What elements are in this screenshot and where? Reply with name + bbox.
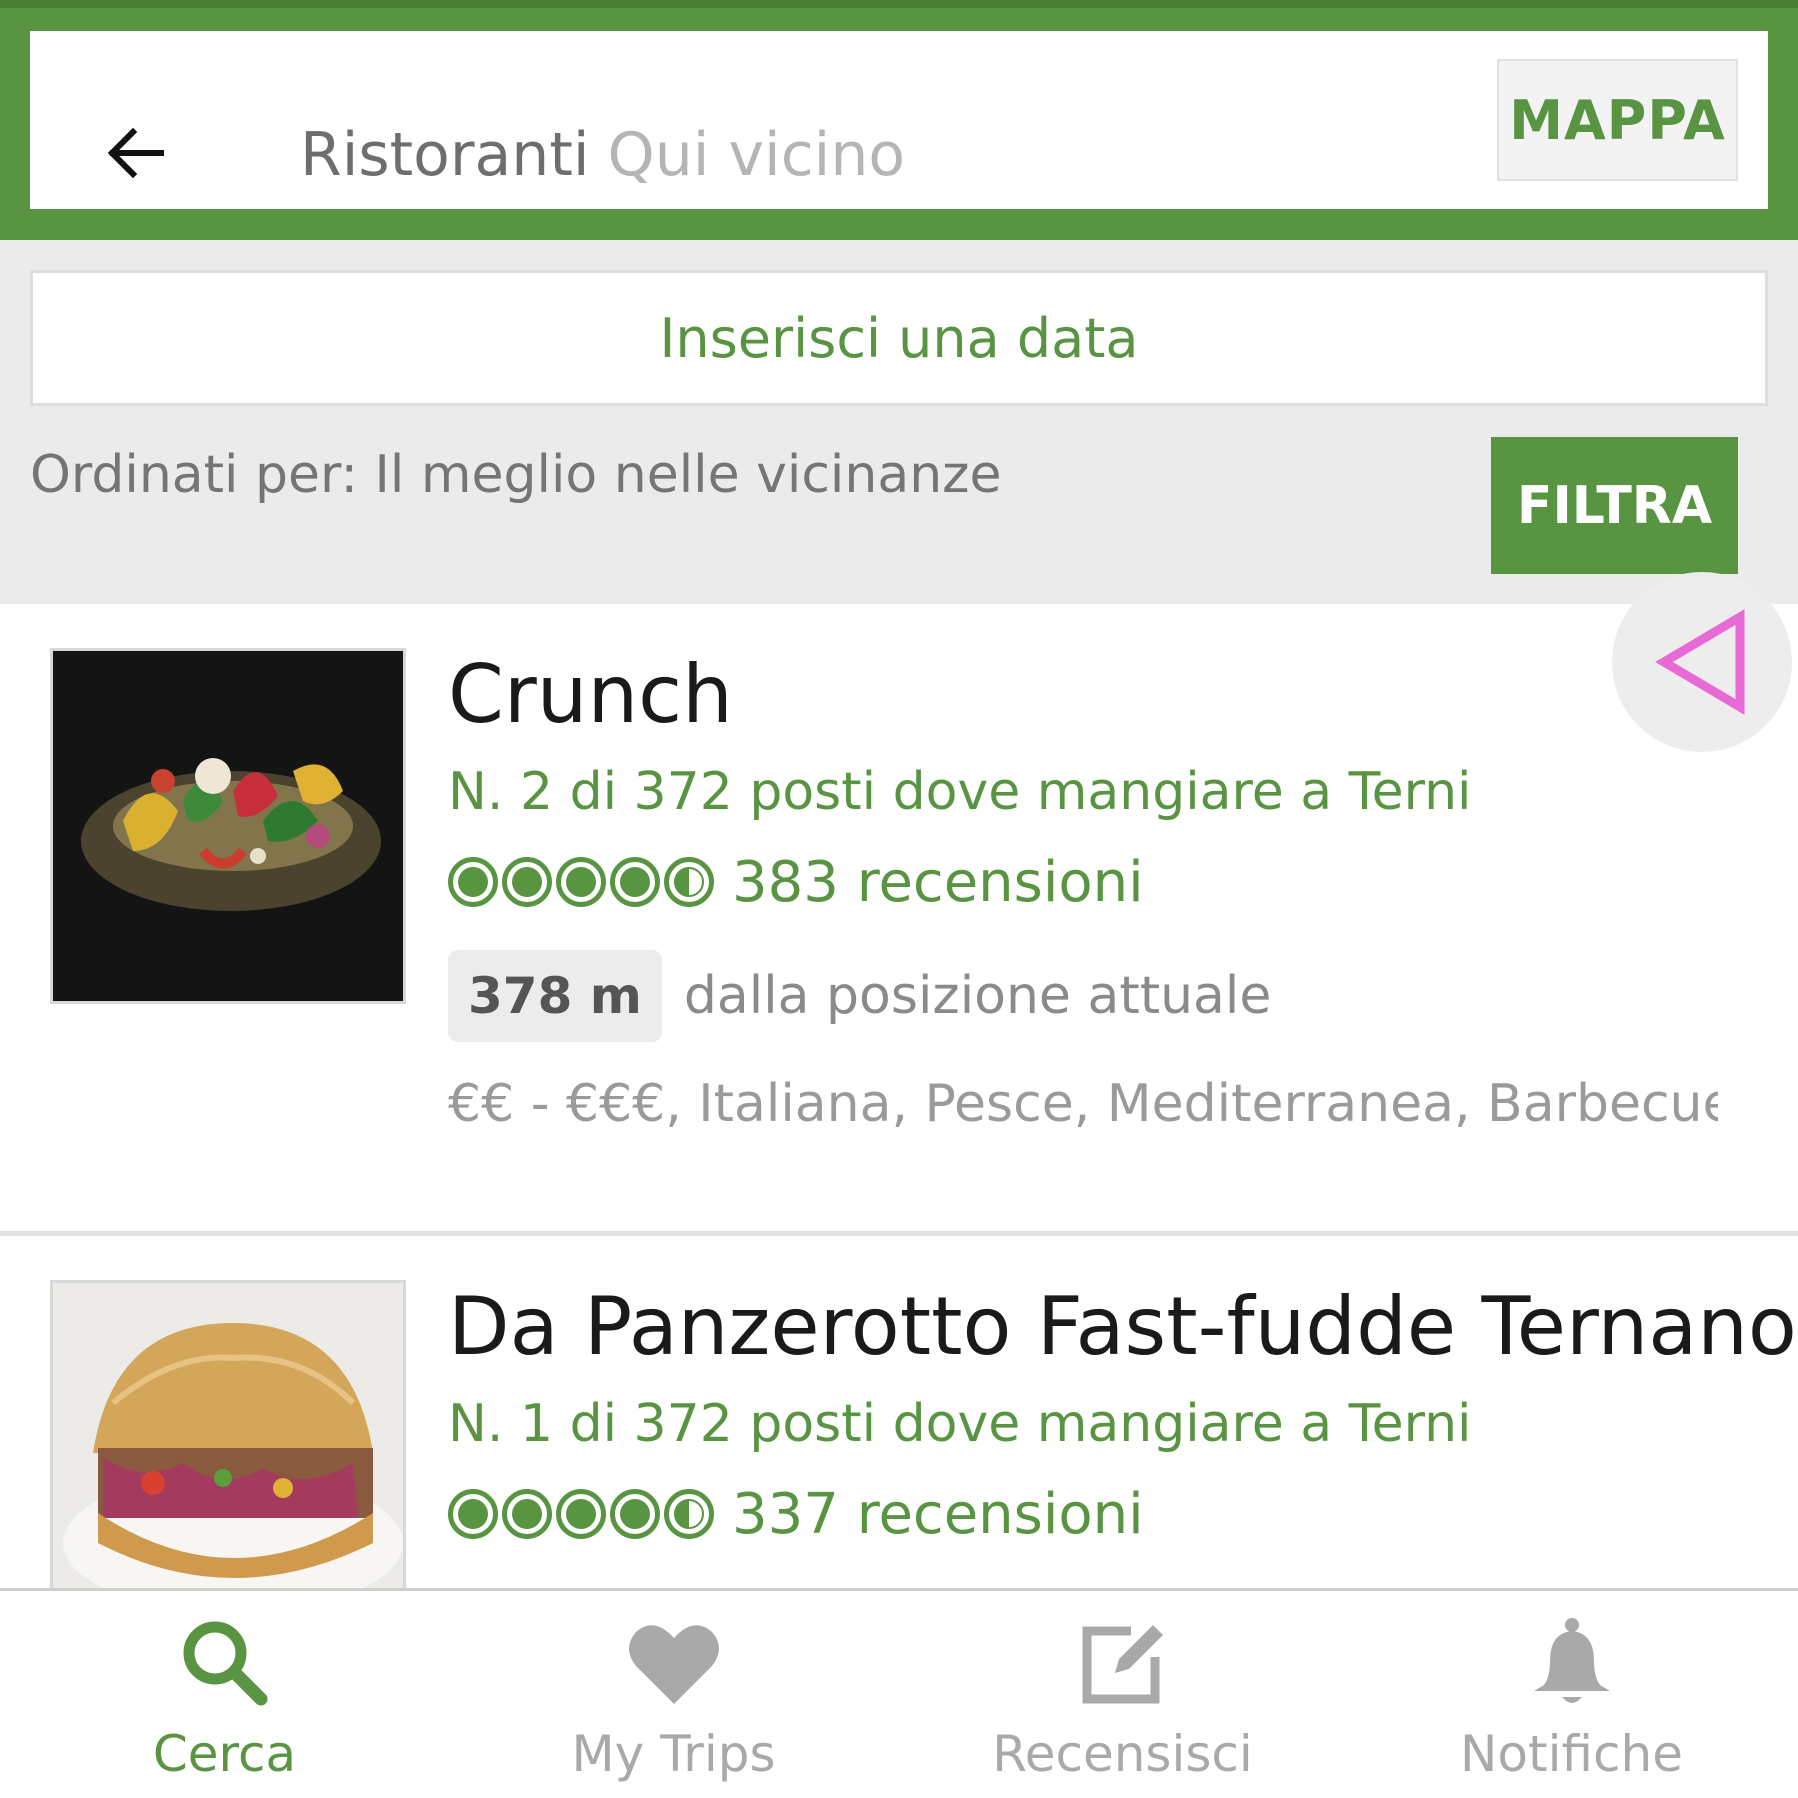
- back-button[interactable]: [98, 115, 174, 191]
- share-button[interactable]: [1612, 572, 1792, 752]
- heart-icon: [628, 1625, 719, 1704]
- restaurant-name[interactable]: Da Panzerotto Fast-fudde Ternano: [448, 1280, 1797, 1373]
- bottom-navigation: Cerca My Trips Recensisci Notifiche: [0, 1588, 1798, 1798]
- restaurant-photo: [50, 1280, 406, 1588]
- nav-my-trips[interactable]: My Trips: [449, 1591, 898, 1798]
- restaurant-list[interactable]: Crunch N. 2 di 372 posti dove mangiare a…: [0, 604, 1798, 1588]
- nav-review[interactable]: Recensisci: [898, 1591, 1347, 1798]
- app-header: Ristoranti Qui vicino MAPPA: [0, 0, 1798, 240]
- bell-icon: [1533, 1618, 1610, 1703]
- rating-bubbles: [448, 1489, 714, 1539]
- search-icon: [183, 1621, 267, 1706]
- rating-bubble-full: [448, 857, 498, 907]
- nav-label-review: Recensisci: [992, 1725, 1253, 1783]
- map-button[interactable]: MAPPA: [1497, 59, 1738, 181]
- edit-icon: [1082, 1625, 1163, 1704]
- nav-label-notifications: Notifiche: [1460, 1725, 1683, 1783]
- filter-button[interactable]: FILTRA: [1491, 437, 1738, 574]
- nav-search[interactable]: Cerca: [0, 1591, 449, 1798]
- rating-bubble-half: [664, 857, 714, 907]
- rating-row: 383 recensioni: [448, 850, 1144, 915]
- back-arrow-icon: [107, 127, 164, 179]
- distance-label: dalla posizione attuale: [683, 966, 1272, 1026]
- rating-bubble-full: [448, 1489, 498, 1539]
- restaurant-card[interactable]: Crunch N. 2 di 372 posti dove mangiare a…: [0, 604, 1798, 1236]
- search-location: Qui vicino: [607, 120, 906, 190]
- review-count[interactable]: 383 recensioni: [732, 850, 1144, 915]
- distance-row: 378 m dalla posizione attuale: [448, 950, 1271, 1042]
- search-query[interactable]: Ristoranti Qui vicino: [300, 115, 905, 195]
- rating-bubble-full: [502, 857, 552, 907]
- rating-bubble-full: [556, 1489, 606, 1539]
- rating-bubbles: [448, 857, 714, 907]
- search-category: Ristoranti: [300, 120, 590, 190]
- rating-bubble-half: [664, 1489, 714, 1539]
- nav-label-search: Cerca: [152, 1725, 297, 1783]
- sort-label[interactable]: Ordinati per: Il meglio nelle vicinanze: [30, 445, 1001, 505]
- rating-row: 337 recensioni: [448, 1482, 1144, 1547]
- nav-label-my-trips: My Trips: [571, 1725, 776, 1783]
- restaurant-rank: N. 1 di 372 posti dove mangiare a Terni: [448, 1394, 1472, 1454]
- restaurant-card[interactable]: Da Panzerotto Fast-fudde Ternano N. 1 di…: [0, 1236, 1798, 1588]
- status-strip: [0, 0, 1798, 8]
- date-picker-button[interactable]: Inserisci una data: [30, 270, 1768, 406]
- rating-bubble-full: [610, 1489, 660, 1539]
- cuisine-info: €€ - €€€, Italiana, Pesce, Mediterranea,…: [448, 1074, 1718, 1134]
- share-triangle-icon: [1655, 609, 1745, 715]
- restaurant-photo: [50, 648, 406, 1004]
- nav-notifications[interactable]: Notifiche: [1347, 1591, 1796, 1798]
- restaurant-name[interactable]: Crunch: [448, 648, 733, 741]
- review-count[interactable]: 337 recensioni: [732, 1482, 1144, 1547]
- distance-badge: 378 m: [448, 950, 662, 1042]
- rating-bubble-full: [610, 857, 660, 907]
- rating-bubble-full: [556, 857, 606, 907]
- restaurant-rank: N. 2 di 372 posti dove mangiare a Terni: [448, 762, 1472, 822]
- rating-bubble-full: [502, 1489, 552, 1539]
